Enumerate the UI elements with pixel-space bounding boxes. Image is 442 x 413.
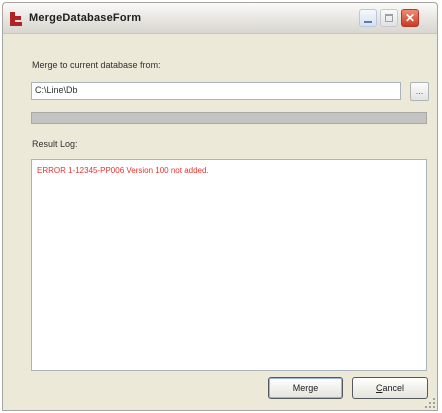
merge-source-label: Merge to current database from: [32, 60, 161, 70]
merge-progress-bar [31, 112, 427, 124]
source-path-input[interactable]: C:\Line\Db [31, 82, 401, 100]
result-log-textarea[interactable]: ERROR 1-12345-PP006 Version 100 not adde… [31, 159, 427, 371]
app-logo-icon [10, 10, 24, 26]
maximize-button[interactable] [380, 9, 398, 27]
browse-button[interactable]: ... [410, 82, 429, 101]
maximize-icon [385, 14, 393, 22]
close-button[interactable]: ✕ [401, 9, 419, 27]
minimize-button[interactable] [359, 9, 377, 27]
resize-grip-icon[interactable] [425, 398, 435, 408]
cancel-button-label: ancel [382, 383, 404, 393]
merge-database-window: MergeDatabaseForm ✕ Merge to current dat… [2, 2, 438, 411]
close-icon: ✕ [404, 11, 416, 25]
title-bar[interactable]: MergeDatabaseForm ✕ [3, 3, 437, 34]
result-log-label: Result Log: [32, 139, 78, 149]
log-line-error: ERROR 1-12345-PP006 Version 100 not adde… [37, 166, 209, 175]
window-title: MergeDatabaseForm [29, 12, 142, 24]
cancel-button[interactable]: Cancel [352, 377, 428, 399]
merge-button[interactable]: Merge [268, 377, 343, 399]
minimize-icon [364, 21, 372, 23]
merge-button-label: Merge [292, 383, 319, 393]
